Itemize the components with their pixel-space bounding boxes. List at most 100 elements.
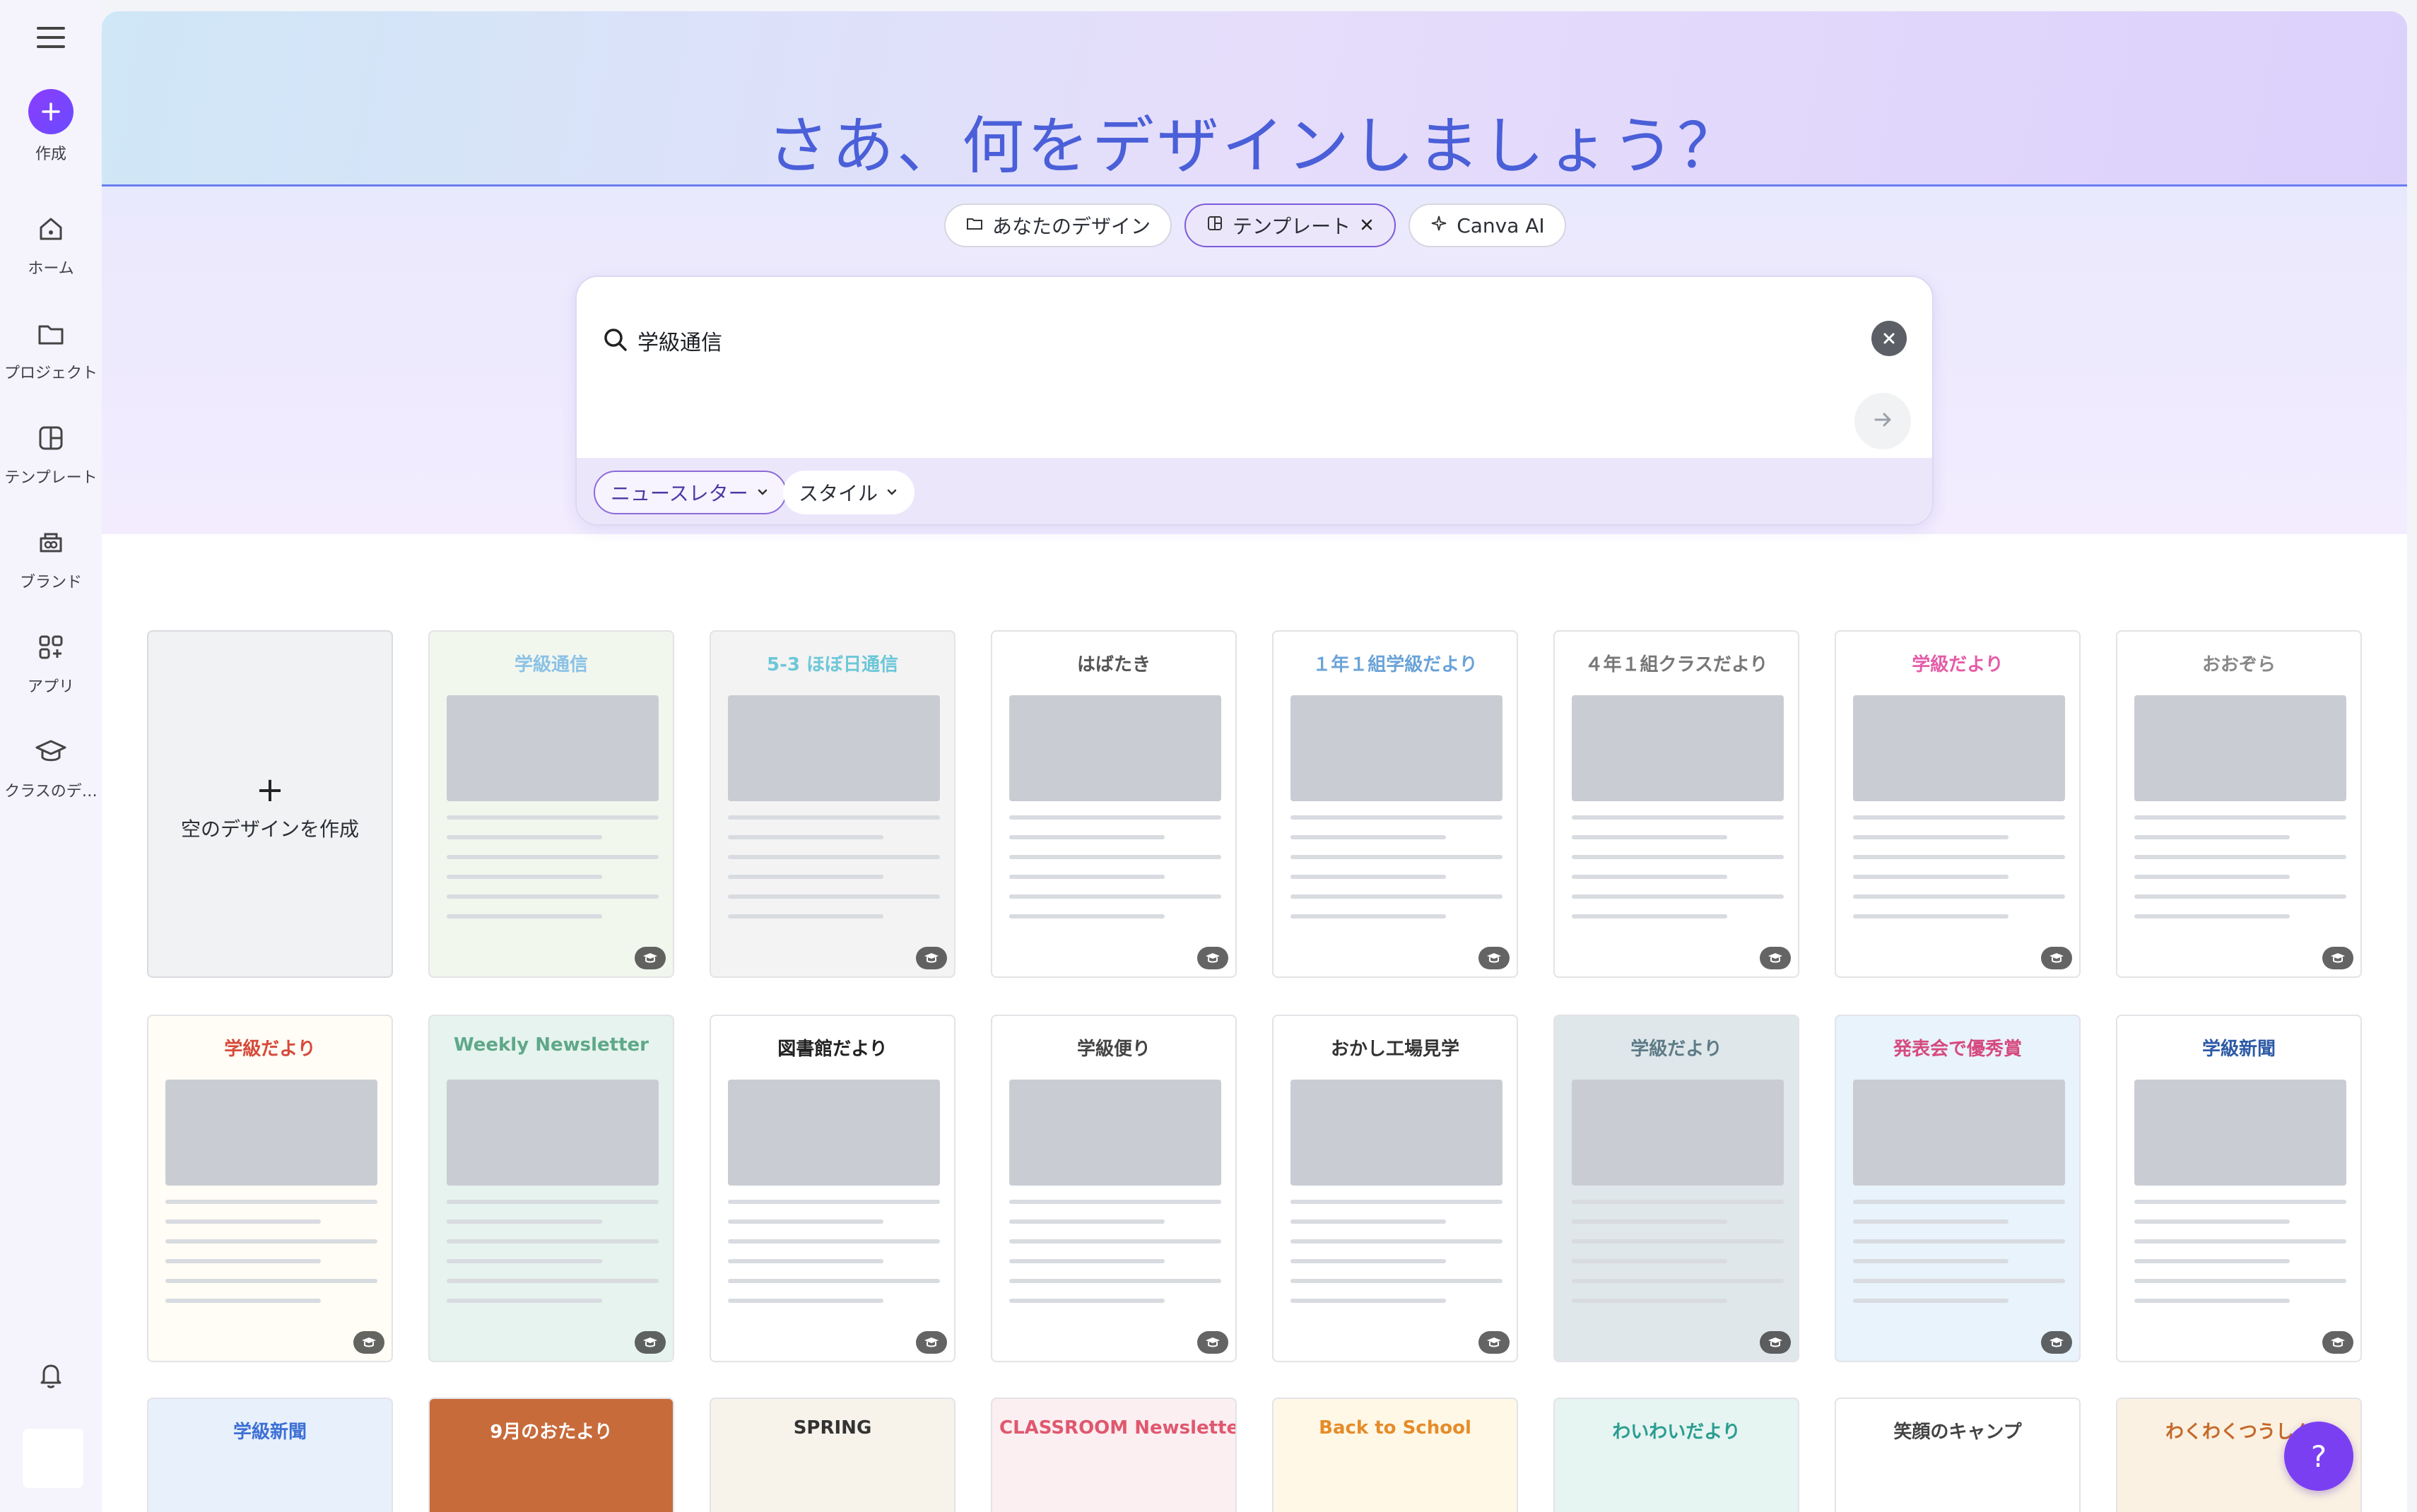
sidebar-item-class[interactable]: クラスのデ… bbox=[0, 732, 102, 801]
template-text-line bbox=[165, 1239, 377, 1244]
template-title: １年１組学級だより bbox=[1312, 654, 1478, 675]
template-text-line bbox=[2134, 835, 2290, 839]
template-text-line bbox=[1290, 855, 1502, 859]
template-title: 9月のおたより bbox=[490, 1422, 613, 1443]
template-text-line bbox=[165, 1299, 321, 1303]
template-icon bbox=[31, 418, 71, 458]
help-button[interactable]: ? bbox=[2284, 1422, 2353, 1491]
template-card[interactable]: 5-3 ほぼ日通信 bbox=[710, 630, 955, 978]
sidebar-item-brand[interactable]: ブランド bbox=[0, 523, 102, 592]
template-card[interactable]: 図書館だより bbox=[710, 1015, 955, 1362]
menu-icon[interactable] bbox=[37, 27, 65, 51]
notifications-button[interactable] bbox=[0, 1355, 102, 1402]
template-card[interactable]: 学級だより bbox=[1835, 630, 2081, 978]
template-card[interactable]: おおぞら bbox=[2116, 630, 2362, 978]
template-card[interactable]: 発表会で優秀賞 bbox=[1835, 1015, 2081, 1362]
template-card[interactable]: 学級便り bbox=[991, 1015, 1237, 1362]
template-text-line bbox=[447, 1219, 602, 1224]
template-card[interactable]: 学級だより bbox=[1553, 1015, 1799, 1362]
template-card[interactable]: はばたき bbox=[991, 630, 1237, 978]
search-filter-bar: ニュースレター スタイル bbox=[577, 458, 1932, 524]
template-text-line bbox=[728, 1279, 940, 1283]
filter-style[interactable]: スタイル bbox=[783, 471, 915, 514]
main-panel: さあ、何をデザインしましょう？ あなたのデザイン テンプレート Canva AI… bbox=[102, 11, 2407, 1512]
template-title: 学級だより bbox=[1630, 1039, 1722, 1060]
create-button[interactable]: 作成 bbox=[0, 89, 102, 164]
filter-newsletter[interactable]: ニュースレター bbox=[594, 471, 787, 514]
template-card[interactable]: CLASSROOM Newsletter bbox=[991, 1398, 1237, 1512]
arrow-right-icon bbox=[1871, 408, 1895, 435]
template-text-line bbox=[1572, 1200, 1784, 1204]
template-text-line bbox=[1290, 1239, 1502, 1244]
template-text-line bbox=[1290, 875, 1446, 879]
template-card[interactable]: 学級通信 bbox=[428, 630, 674, 978]
template-card[interactable]: おかし工場見学 bbox=[1272, 1015, 1518, 1362]
graduation-cap-icon bbox=[31, 732, 71, 772]
template-title: はばたき bbox=[1076, 654, 1151, 675]
template-title: 図書館だより bbox=[777, 1039, 888, 1060]
template-title: おおぞら bbox=[2201, 654, 2276, 675]
search-icon bbox=[602, 326, 629, 356]
chip-templates[interactable]: テンプレート bbox=[1184, 203, 1396, 247]
chip-canva-ai[interactable]: Canva AI bbox=[1409, 203, 1566, 247]
template-title: SPRING bbox=[793, 1417, 872, 1439]
template-card[interactable]: 9月のおたより bbox=[428, 1398, 674, 1512]
template-text-line bbox=[1853, 1239, 2065, 1244]
folder-icon bbox=[31, 314, 71, 353]
template-text-line bbox=[1290, 914, 1446, 919]
template-text-line bbox=[728, 855, 940, 859]
search-input[interactable]: 学級通信 bbox=[637, 325, 722, 356]
page-title: さあ、何をデザインしましょう？ bbox=[766, 110, 1742, 182]
submit-search-button[interactable] bbox=[1854, 393, 1911, 449]
template-text-line bbox=[165, 1279, 377, 1283]
avatar[interactable] bbox=[23, 1429, 83, 1488]
template-card[interactable]: １年１組学級だより bbox=[1272, 630, 1518, 978]
sidebar-item-label: プロジェクト bbox=[4, 365, 98, 382]
template-text-line bbox=[1009, 914, 1165, 919]
education-badge-icon bbox=[1478, 947, 1510, 969]
sidebar-item-apps[interactable]: アプリ bbox=[0, 627, 102, 697]
close-icon[interactable] bbox=[1359, 214, 1375, 237]
template-text-line bbox=[1853, 855, 2065, 859]
template-text-line bbox=[1290, 894, 1502, 899]
template-text-line bbox=[1009, 875, 1165, 879]
template-text-line bbox=[1853, 1259, 2009, 1263]
sidebar-item-templates[interactable]: テンプレート bbox=[0, 418, 102, 488]
template-card[interactable]: SPRING bbox=[710, 1398, 955, 1512]
template-title: 学級だより bbox=[1912, 654, 2004, 675]
education-badge-icon bbox=[2322, 947, 2353, 969]
template-text-line bbox=[1572, 815, 1784, 820]
education-badge-icon bbox=[2322, 1331, 2353, 1354]
template-text-line bbox=[2134, 914, 2290, 919]
brand-icon bbox=[31, 523, 71, 562]
template-card[interactable]: 学級だより bbox=[147, 1015, 393, 1362]
template-text-line bbox=[1572, 1219, 1727, 1224]
template-image bbox=[1290, 1080, 1502, 1186]
template-card[interactable]: 学級新聞 bbox=[2116, 1015, 2362, 1362]
template-title: わいわいだより bbox=[1612, 1422, 1741, 1443]
template-card[interactable]: 笑顔のキャンプ bbox=[1835, 1398, 2081, 1512]
template-text-line bbox=[447, 914, 602, 919]
sidebar-item-home[interactable]: ホーム bbox=[0, 209, 102, 278]
template-image bbox=[1572, 695, 1784, 801]
sidebar-item-label: テンプレート bbox=[4, 469, 98, 487]
chip-label: テンプレート bbox=[1233, 215, 1351, 238]
template-title: おかし工場見学 bbox=[1330, 1039, 1459, 1060]
template-icon bbox=[1206, 214, 1224, 237]
blank-card-label: 空のデザインを作成 bbox=[180, 817, 359, 841]
template-card[interactable]: 学級新聞 bbox=[147, 1398, 393, 1512]
education-badge-icon bbox=[1197, 947, 1228, 969]
template-card[interactable]: わいわいだより bbox=[1553, 1398, 1799, 1512]
template-text-line bbox=[728, 894, 940, 899]
template-image bbox=[2134, 695, 2346, 801]
template-card[interactable]: Weekly Newsletter bbox=[428, 1015, 674, 1362]
template-card[interactable]: Back to School bbox=[1272, 1398, 1518, 1512]
education-badge-icon bbox=[353, 1331, 384, 1354]
template-card[interactable]: ４年１組クラスだより bbox=[1553, 630, 1799, 978]
template-text-line bbox=[447, 1239, 659, 1244]
clear-search-button[interactable] bbox=[1871, 321, 1907, 356]
sparkle-icon bbox=[1430, 214, 1448, 237]
sidebar-item-projects[interactable]: プロジェクト bbox=[0, 314, 102, 383]
chip-your-designs[interactable]: あなたのデザイン bbox=[944, 203, 1172, 247]
create-blank-design-card[interactable]: + 空のデザインを作成 bbox=[147, 630, 393, 978]
